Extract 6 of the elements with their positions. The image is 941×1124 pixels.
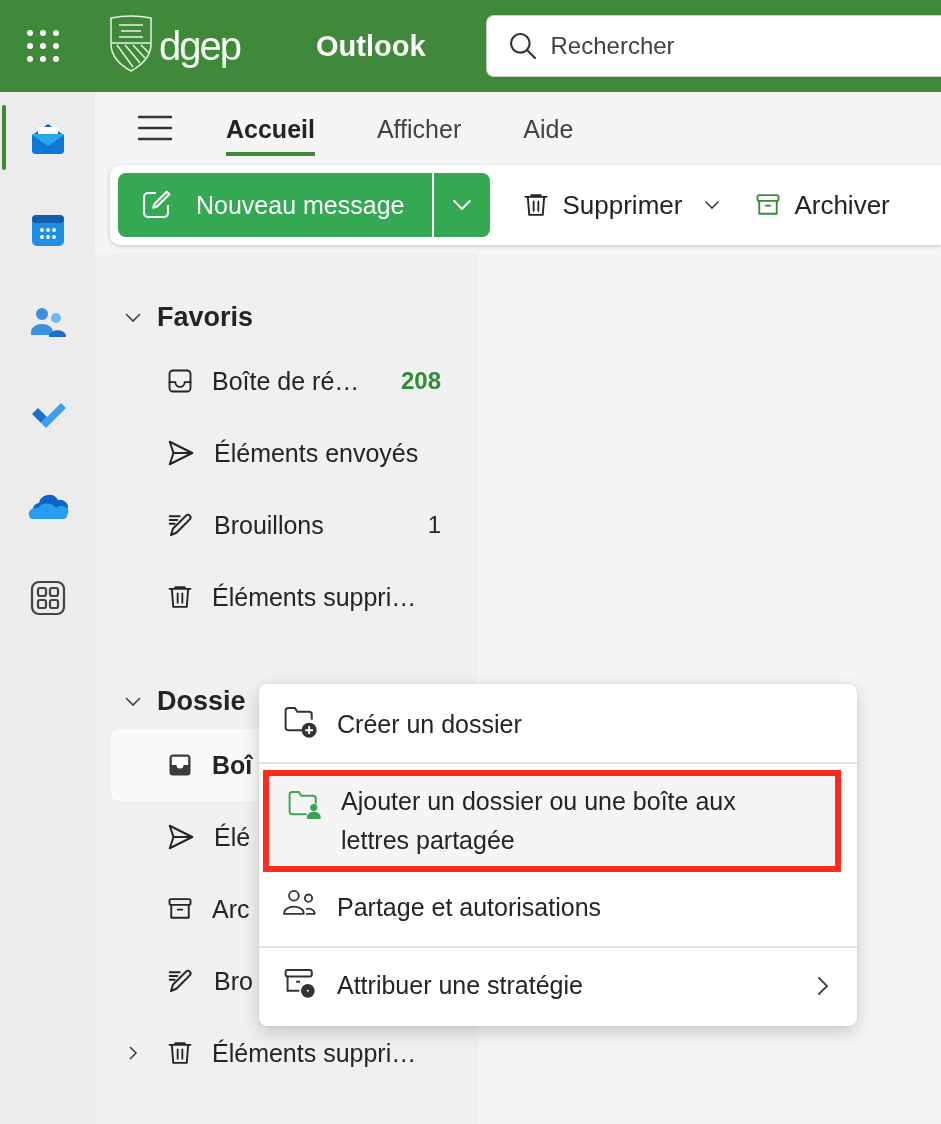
brand-name: dgep [159,23,240,69]
unread-count: 208 [400,367,441,395]
app-title: Outlook [316,29,426,63]
unread-count: 1 [427,511,441,539]
section-title: Favoris [157,301,254,333]
section-title: Dossie [157,685,246,717]
